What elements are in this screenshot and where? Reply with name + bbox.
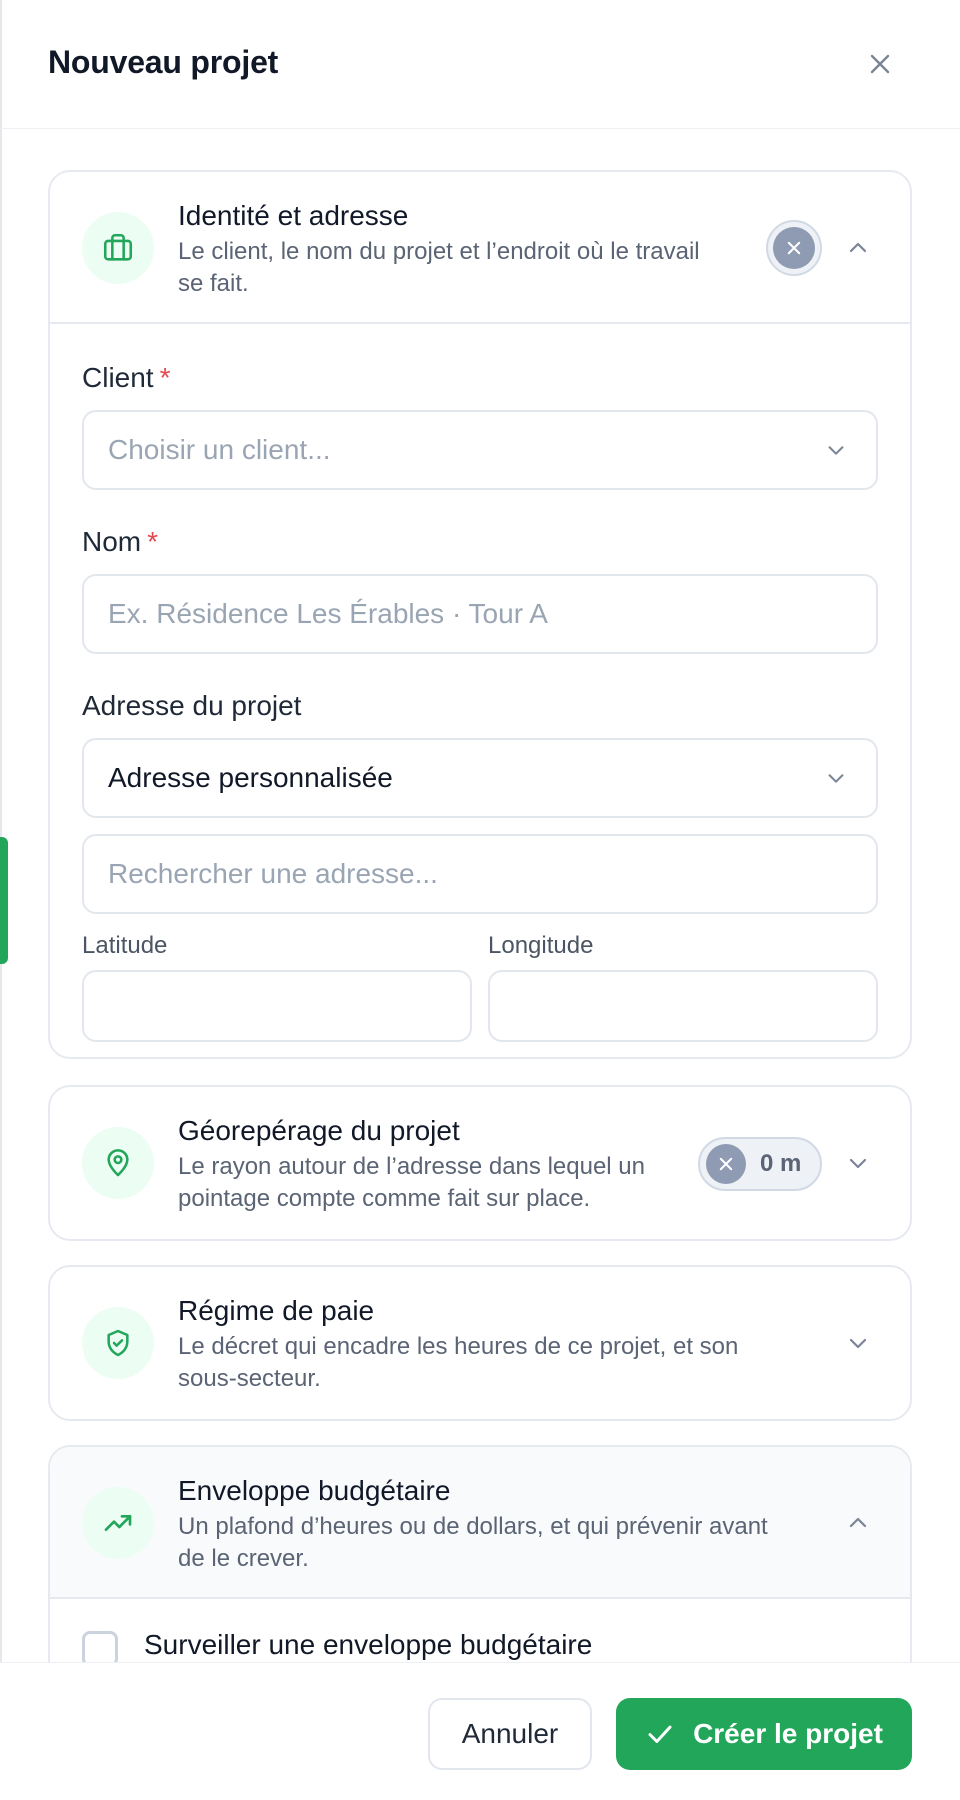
section-geofence: Géorepérage du projet Le rayon autour de… [48,1085,912,1241]
section-budget-header[interactable]: Enveloppe budgétaire Un plafond d’heures… [50,1447,910,1599]
required-marker: * [159,362,171,393]
create-project-label: Créer le projet [693,1718,883,1749]
section-payroll-header[interactable]: Régime de paie Le décret qui encadre les… [50,1267,910,1419]
section-identity-title: Identité et adresse [178,200,409,231]
trending-up-icon [104,1515,132,1531]
close-button[interactable] [860,44,900,84]
geofence-radius-value: 0 m [760,1150,802,1177]
client-label: Client * [82,362,171,393]
address-type-value: Adresse personnalisée [108,762,393,793]
latitude-input[interactable] [82,970,472,1042]
section-budget-desc-line: de le crever. [178,1545,309,1572]
section-status-badge [766,220,822,276]
section-geofence-title: Géorepérage du projet [178,1115,460,1146]
section-identity: Identité et adresse Le client, le nom du… [48,170,912,1059]
budget-monitor-label[interactable]: Surveiller une enveloppe budgétaire [144,1629,592,1661]
chevron-down-icon [849,1338,867,1349]
longitude-input[interactable] [488,970,878,1042]
latitude-label: Latitude [82,932,168,959]
section-budget-title: Enveloppe budgétaire [178,1475,451,1506]
required-marker: * [147,526,159,557]
address-label: Adresse du projet [82,690,302,721]
section-payroll-title: Régime de paie [178,1295,375,1326]
expand-section-button[interactable] [838,1323,878,1363]
section-geofence-desc-line: pointage compte comme fait sur place. [178,1185,591,1212]
collapse-section-button[interactable] [838,228,878,268]
name-input[interactable]: Ex. Résidence Les Érables · Tour A [82,574,878,654]
section-identity-desc-line: se fait. [178,270,249,297]
chevron-up-icon [849,1517,867,1528]
close-icon [870,54,890,74]
budget-monitor-checkbox[interactable] [82,1631,118,1662]
chevron-down-icon [828,446,844,455]
collapse-section-button[interactable] [838,1503,878,1543]
client-select[interactable]: Choisir un client... [82,410,878,490]
section-payroll-description: Le décret qui encadre les heures de ce p… [178,1331,738,1395]
section-identity-body: Client * Choisir un client... Nom * Ex. Ré… [50,324,910,1042]
section-geofence-header[interactable]: Géorepérage du projet Le rayon autour de… [50,1087,910,1239]
section-budget: Enveloppe budgétaire Un plafond d’heures… [48,1445,912,1662]
address-type-select[interactable]: Adresse personnalisée [82,738,878,818]
section-payroll: Régime de paie Le décret qui encadre les… [48,1265,912,1421]
address-search-input[interactable]: Rechercher une adresse... [82,834,878,914]
map-pin-icon [107,1149,129,1177]
dialog-body[interactable]: Identité et adresse Le client, le nom du… [0,130,960,1662]
section-geofence-description: Le rayon autour de l’adresse dans lequel… [178,1151,645,1215]
x-circle-icon [719,1157,733,1171]
chevron-down-icon [828,774,844,783]
address-search-placeholder: Rechercher une adresse... [108,858,438,889]
x-circle-icon [787,241,801,255]
section-payroll-desc-line: sous-secteur. [178,1365,321,1392]
section-payroll-icon-bg [82,1307,154,1379]
section-budget-body: Surveiller une enveloppe budgétaire [50,1599,910,1662]
dialog-footer: Annuler Créer le projet [0,1662,960,1800]
chevron-down-icon [849,1158,867,1169]
cancel-button[interactable]: Annuler [428,1698,592,1770]
briefcase-icon [103,233,133,261]
section-identity-header[interactable]: Identité et adresse Le client, le nom du… [50,172,910,324]
shield-check-icon [107,1329,129,1357]
section-geofence-desc-line: Le rayon autour de l’adresse dans lequel… [178,1153,645,1180]
geofence-radius-badge: 0 m [698,1137,822,1191]
check-icon [648,1725,672,1743]
section-budget-description: Un plafond d’heures ou de dollars, et qu… [178,1511,768,1575]
section-identity-desc-line: Le client, le nom du projet et l’endroit… [178,238,700,265]
name-label: Nom * [82,526,159,557]
section-budget-desc-line: Un plafond d’heures ou de dollars, et qu… [178,1513,768,1540]
name-input-placeholder: Ex. Résidence Les Érables · Tour A [108,598,548,629]
section-identity-description: Le client, le nom du projet et l’endroit… [178,236,700,300]
section-payroll-desc-line: Le décret qui encadre les heures de ce p… [178,1333,739,1360]
longitude-label: Longitude [488,932,594,959]
client-select-placeholder: Choisir un client... [108,434,331,465]
dialog-title: Nouveau projet [48,44,279,80]
create-project-button[interactable]: Créer le projet [616,1698,912,1770]
section-budget-icon-bg [82,1487,154,1559]
dialog-header: Nouveau projet [0,0,960,129]
expand-section-button[interactable] [838,1143,878,1183]
section-identity-icon-bg [82,212,154,284]
chevron-up-icon [849,242,867,253]
section-geofence-icon-bg [82,1127,154,1199]
